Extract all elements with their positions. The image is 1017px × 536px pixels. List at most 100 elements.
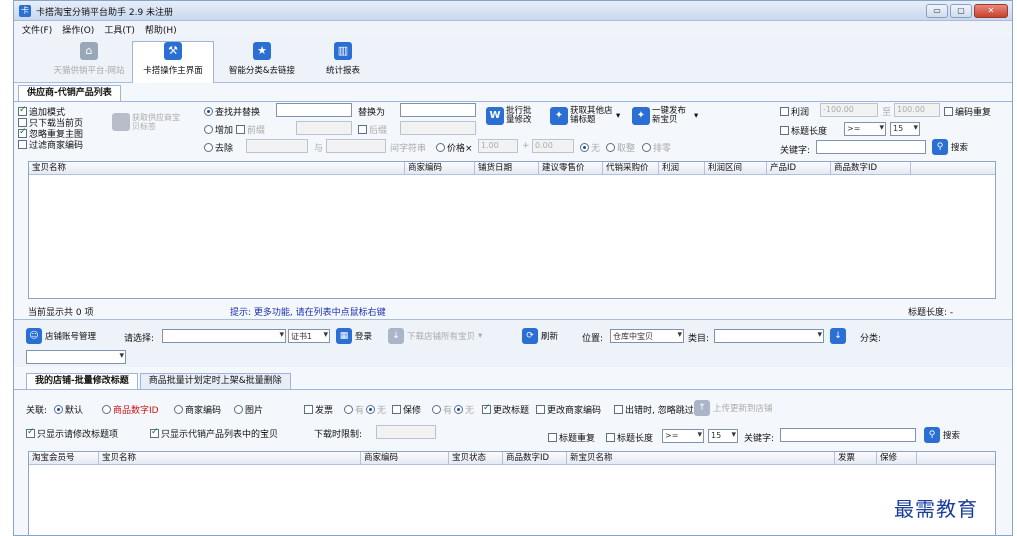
toolbar-classify-button[interactable]: ★ 智能分类&去链接	[220, 41, 304, 81]
main-toolbar: ⌂ 天猫供销平台-网站 ⚒ 卡搭操作主界面 ★ 智能分类&去链接 ▥ 统计报表	[14, 37, 1012, 83]
round-none-radio[interactable]: 无	[580, 141, 600, 154]
find-replace-radio[interactable]: 查找并替换	[204, 105, 260, 118]
change-title-option[interactable]: 更改标题	[482, 403, 529, 416]
prefix-input[interactable]	[296, 121, 352, 135]
profit-max-input[interactable]: 100.00	[894, 103, 940, 117]
chevron-down-icon: ▾	[616, 111, 621, 121]
batch-modify-button[interactable]: W 批行批量修改	[486, 107, 538, 125]
suffix-option[interactable]: 后缀	[358, 123, 387, 136]
table-header: 淘宝会员号 宝贝名称 商家编码 宝贝状态 商品数字ID 新宝贝名称 发票 保修	[29, 452, 995, 465]
price-add-input[interactable]: 0.00	[532, 139, 574, 153]
publish-button[interactable]: ✦ 一键发布新宝贝 ▾	[632, 107, 698, 125]
position-select[interactable]: 仓库中宝贝	[610, 329, 684, 343]
user-icon: ☺	[26, 328, 42, 344]
invoice-no-radio[interactable]: 无	[366, 403, 386, 416]
suffix-input[interactable]	[400, 121, 476, 135]
tab-batch-title[interactable]: 我的店铺-批量修改标题	[26, 373, 138, 389]
skip-error-option[interactable]: 出错时, 忽略跳过	[614, 403, 694, 416]
menu-help[interactable]: 帮助(H)	[145, 23, 177, 36]
supplier-panel: 供应商-代销产品列表 追加模式 只下载当前页 忽略重复主图 过滤商家编码 获取供…	[14, 83, 1012, 319]
tab-schedule-delete[interactable]: 商品批量计划定时上架&批量删除	[139, 373, 291, 389]
classify-select[interactable]	[26, 350, 126, 364]
toolbar-main-button[interactable]: ⚒ 卡搭操作主界面	[132, 41, 214, 83]
price-multiplier-input[interactable]: 1.00	[478, 139, 518, 153]
profit-min-input[interactable]: -100.00	[820, 103, 878, 117]
myshop-title-len-option[interactable]: 标题长度	[606, 431, 653, 444]
title-len-status: 标题长度: -	[908, 308, 954, 318]
grid-icon: ▦	[336, 328, 352, 344]
add-radio[interactable]: 增加	[204, 123, 233, 136]
remove-radio[interactable]: 去除	[204, 141, 233, 154]
toolbar-report-button[interactable]: ▥ 统计报表	[314, 41, 372, 81]
tip-text: 提示: 更多功能, 请在列表中点鼠标右键	[230, 308, 386, 318]
filter-merchant-option[interactable]: 过滤商家编码	[18, 138, 83, 151]
warranty-no-radio[interactable]: 无	[454, 403, 474, 416]
invoice-yes-radio[interactable]: 有	[344, 403, 364, 416]
category-label: 类目:	[688, 334, 710, 344]
supplier-product-table[interactable]: 宝贝名称 商家编码 铺货日期 建议零售价 代销采购价 利润 利润区间 产品ID …	[28, 161, 996, 299]
myshop-search-button[interactable]: ⚲ 搜索	[924, 427, 960, 443]
relation-merchant-radio[interactable]: 商家编码	[174, 403, 221, 416]
remove-end-input[interactable]	[326, 139, 386, 153]
change-merchant-option[interactable]: 更改商家编码	[536, 403, 601, 416]
title-len-val-stepper[interactable]: 15	[890, 122, 920, 136]
search-button[interactable]: ⚲ 搜索	[932, 139, 968, 155]
close-button[interactable]: ✕	[974, 4, 1008, 18]
menu-operate[interactable]: 操作(O)	[62, 23, 94, 36]
maximize-button[interactable]: ▢	[950, 4, 972, 18]
minimize-button[interactable]: ▭	[926, 4, 948, 18]
remove-start-input[interactable]	[246, 139, 308, 153]
search-icon: ⚲	[932, 139, 948, 155]
menu-bar: 文件(F) 操作(O) 工具(T) 帮助(H)	[14, 21, 1012, 37]
round-up-radio[interactable]: 取整	[606, 141, 635, 154]
get-supplier-tag-button[interactable]: 获取供应商宝贝标签	[112, 113, 184, 131]
title-len-op-select[interactable]: >=	[844, 122, 886, 136]
invoice-option[interactable]: 发票	[304, 403, 333, 416]
download-limit-input[interactable]	[376, 425, 436, 439]
title-repeat-option[interactable]: 标题重复	[548, 431, 595, 444]
only-modified-option[interactable]: 只显示请修改标题项	[26, 427, 118, 440]
position-label: 位置:	[582, 334, 604, 344]
profit-option[interactable]: 利润	[780, 105, 809, 118]
refresh-button[interactable]: ⟳ 刷新	[522, 328, 558, 344]
shop-select[interactable]	[162, 329, 286, 343]
app-icon: 卡	[19, 5, 31, 17]
only-listed-option[interactable]: 只显示代销产品列表中的宝贝	[150, 427, 278, 440]
upload-button[interactable]: ↑ 上传更新到店铺	[694, 400, 773, 416]
cert-select[interactable]: 证书1	[288, 329, 330, 343]
toolbar-site-button[interactable]: ⌂ 天猫供销平台-网站	[52, 41, 126, 81]
relation-digital-id-radio[interactable]: 商品数字ID	[102, 403, 159, 416]
relation-default-radio[interactable]: 默认	[54, 403, 83, 416]
app-window: 卡 卡搭淘宝分销平台助手 2.9 未注册 ▭ ▢ ✕ 文件(F) 操作(O) 工…	[13, 0, 1013, 536]
title-len-option[interactable]: 标题长度	[780, 124, 827, 137]
price-radio[interactable]: 价格×	[436, 141, 473, 154]
category-down-button[interactable]: ↓	[830, 328, 846, 344]
warranty-yes-radio[interactable]: 有	[432, 403, 452, 416]
myshop-keyword-input[interactable]	[780, 428, 916, 442]
login-button[interactable]: ▦ 登录	[336, 328, 372, 344]
myshop-title-len-val[interactable]: 15	[708, 429, 738, 443]
find-input[interactable]	[276, 103, 352, 117]
classify-label: 分类:	[860, 334, 882, 344]
menu-file[interactable]: 文件(F)	[22, 23, 52, 36]
download-limit-label: 下载时限制:	[314, 430, 363, 440]
keyword-input[interactable]	[816, 140, 926, 154]
watermark-text: 最需教育	[894, 497, 978, 521]
round-zero-radio[interactable]: 排零	[642, 141, 671, 154]
myshop-panel: 我的店铺-批量修改标题 商品批量计划定时上架&批量删除 关联: 默认 商品数字I…	[14, 367, 1012, 535]
w-icon: W	[486, 107, 504, 125]
get-shop-title-button[interactable]: ✦ 获取其他店铺标题 ▾	[550, 107, 620, 125]
category-select[interactable]	[714, 329, 824, 343]
shop-manage-button[interactable]: ☺ 店铺账号管理	[26, 328, 96, 344]
code-repeat-option[interactable]: 编码重复	[944, 105, 991, 118]
menu-tools[interactable]: 工具(T)	[104, 23, 135, 36]
prefix-option[interactable]: 前缀	[236, 123, 265, 136]
myshop-item-table[interactable]: 淘宝会员号 宝贝名称 商家编码 宝贝状态 商品数字ID 新宝贝名称 发票 保修	[28, 451, 996, 535]
tab-supplier-list[interactable]: 供应商-代销产品列表	[18, 85, 121, 101]
warranty-option[interactable]: 保修	[392, 403, 421, 416]
download-all-button[interactable]: ↓ 下载店铺所有宝贝 ▾	[388, 328, 482, 344]
relation-image-radio[interactable]: 图片	[234, 403, 263, 416]
replace-with-label: 替换为	[358, 108, 386, 118]
myshop-title-len-op[interactable]: >=	[662, 429, 704, 443]
replace-input[interactable]	[400, 103, 476, 117]
